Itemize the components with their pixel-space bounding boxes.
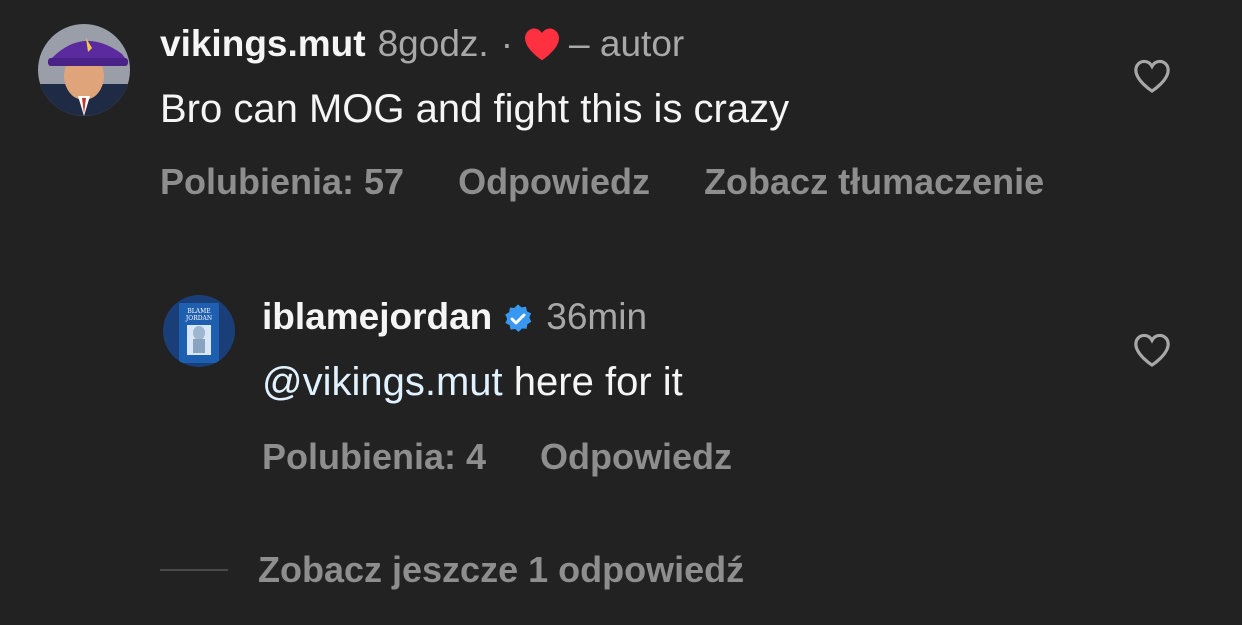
likes-count[interactable]: Polubienia: 4 bbox=[262, 435, 486, 479]
heart-outline-icon[interactable] bbox=[1133, 332, 1171, 368]
separator-dot: · bbox=[500, 23, 514, 64]
svg-text:BLAME: BLAME bbox=[187, 308, 210, 315]
reply-button[interactable]: Odpowiedz bbox=[540, 435, 732, 479]
timestamp: 8godz. bbox=[377, 23, 489, 64]
heart-outline-icon[interactable] bbox=[1133, 58, 1171, 94]
comment-header: iblamejordan 36min bbox=[262, 295, 647, 339]
reply-button[interactable]: Odpowiedz bbox=[458, 160, 650, 204]
comment-text: @vikings.mut here for it bbox=[262, 358, 683, 406]
username[interactable]: iblamejordan bbox=[262, 295, 492, 339]
comment-actions: Polubienia: 57 Odpowiedz Zobacz tłumacze… bbox=[160, 160, 1044, 204]
likes-count[interactable]: Polubienia: 57 bbox=[160, 160, 404, 204]
comment-thread: vikings.mut 8godz. · – autor Bro can MOG… bbox=[0, 0, 1242, 625]
mention-link[interactable]: @vikings.mut bbox=[262, 360, 503, 404]
svg-text:JORDAN: JORDAN bbox=[185, 315, 212, 322]
heart-filled-icon bbox=[523, 27, 561, 61]
avatar[interactable]: BLAME JORDAN bbox=[163, 295, 235, 367]
comment-iblamejordan: BLAME JORDAN iblamejordan 36min @vikings… bbox=[0, 280, 1242, 500]
verified-badge-icon bbox=[502, 301, 534, 333]
translate-button[interactable]: Zobacz tłumaczenie bbox=[704, 160, 1044, 204]
view-more-replies[interactable]: Zobacz jeszcze 1 odpowiedź bbox=[160, 548, 744, 592]
reply-text: here for it bbox=[502, 360, 683, 404]
timestamp: 36min bbox=[546, 296, 648, 337]
comment-actions: Polubienia: 4 Odpowiedz bbox=[262, 435, 732, 479]
avatar[interactable] bbox=[38, 24, 130, 116]
author-label: – autor bbox=[569, 23, 685, 64]
comment-header: vikings.mut 8godz. · – autor bbox=[160, 22, 684, 66]
divider-line bbox=[160, 569, 228, 571]
username[interactable]: vikings.mut bbox=[160, 22, 366, 66]
view-more-replies-label[interactable]: Zobacz jeszcze 1 odpowiedź bbox=[258, 548, 744, 592]
comment-text: Bro can MOG and fight this is crazy bbox=[160, 87, 790, 131]
comment-vikings-mut: vikings.mut 8godz. · – autor Bro can MOG… bbox=[0, 0, 1242, 230]
